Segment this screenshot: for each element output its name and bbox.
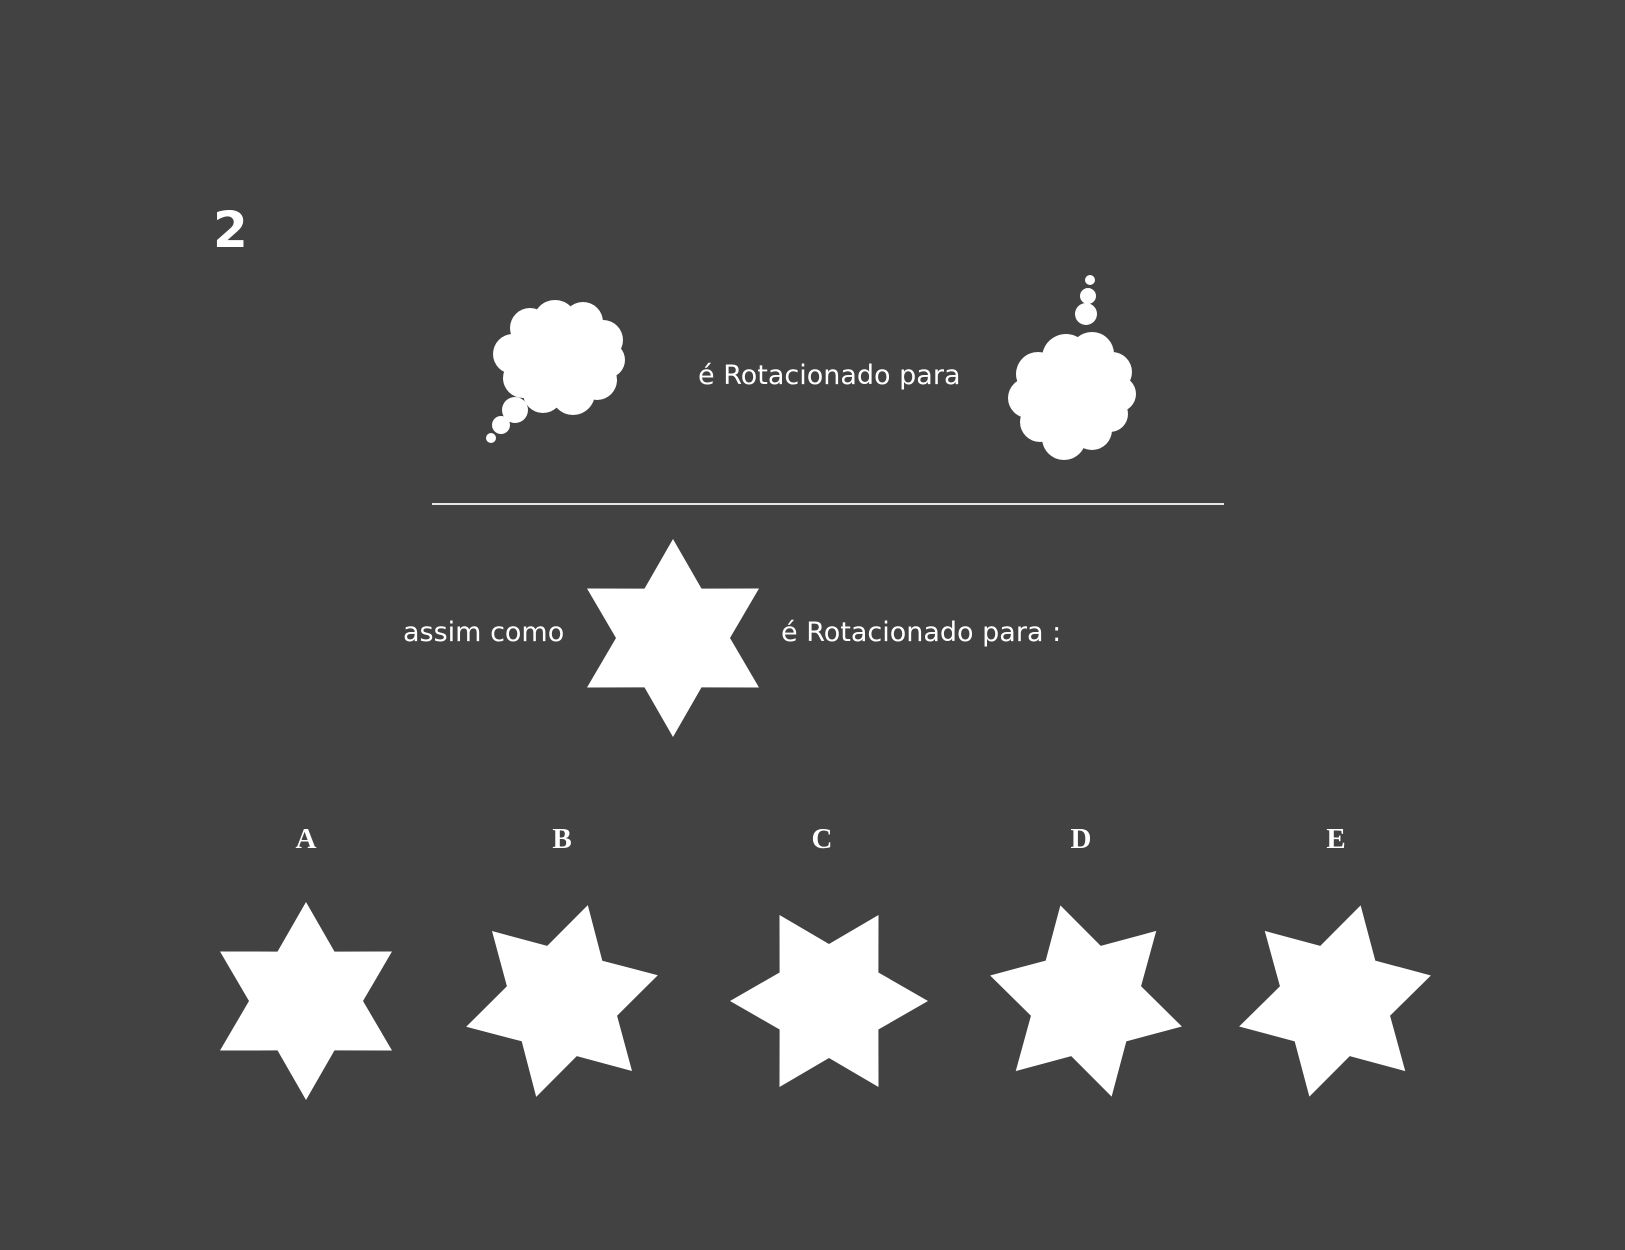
option-a-star-icon[interactable] [206, 898, 406, 1104]
option-e-star-icon[interactable] [1232, 898, 1438, 1104]
second-relation-text: é Rotacionado para : [781, 617, 1062, 648]
thought-bubble-icon [486, 300, 625, 443]
divider-line [432, 503, 1224, 505]
option-label-d: D [1070, 823, 1092, 855]
option-b-star-icon[interactable] [457, 898, 667, 1104]
option-d-star-icon[interactable] [983, 898, 1189, 1104]
option-c-star-icon[interactable] [726, 898, 932, 1104]
option-label-b: B [552, 823, 572, 855]
option-label-c: C [811, 823, 833, 855]
option-label-a: A [295, 823, 317, 855]
six-point-star-icon [587, 539, 759, 737]
first-relation-text: é Rotacionado para [698, 360, 961, 391]
thought-bubble-rotated-icon [1008, 275, 1136, 460]
analogy-prefix-text: assim como [403, 617, 565, 648]
option-label-e: E [1326, 823, 1346, 855]
puzzle-page: 2 é Rotacionado para assim como é Rotaci… [0, 0, 1625, 1250]
question-number: 2 [213, 201, 248, 259]
